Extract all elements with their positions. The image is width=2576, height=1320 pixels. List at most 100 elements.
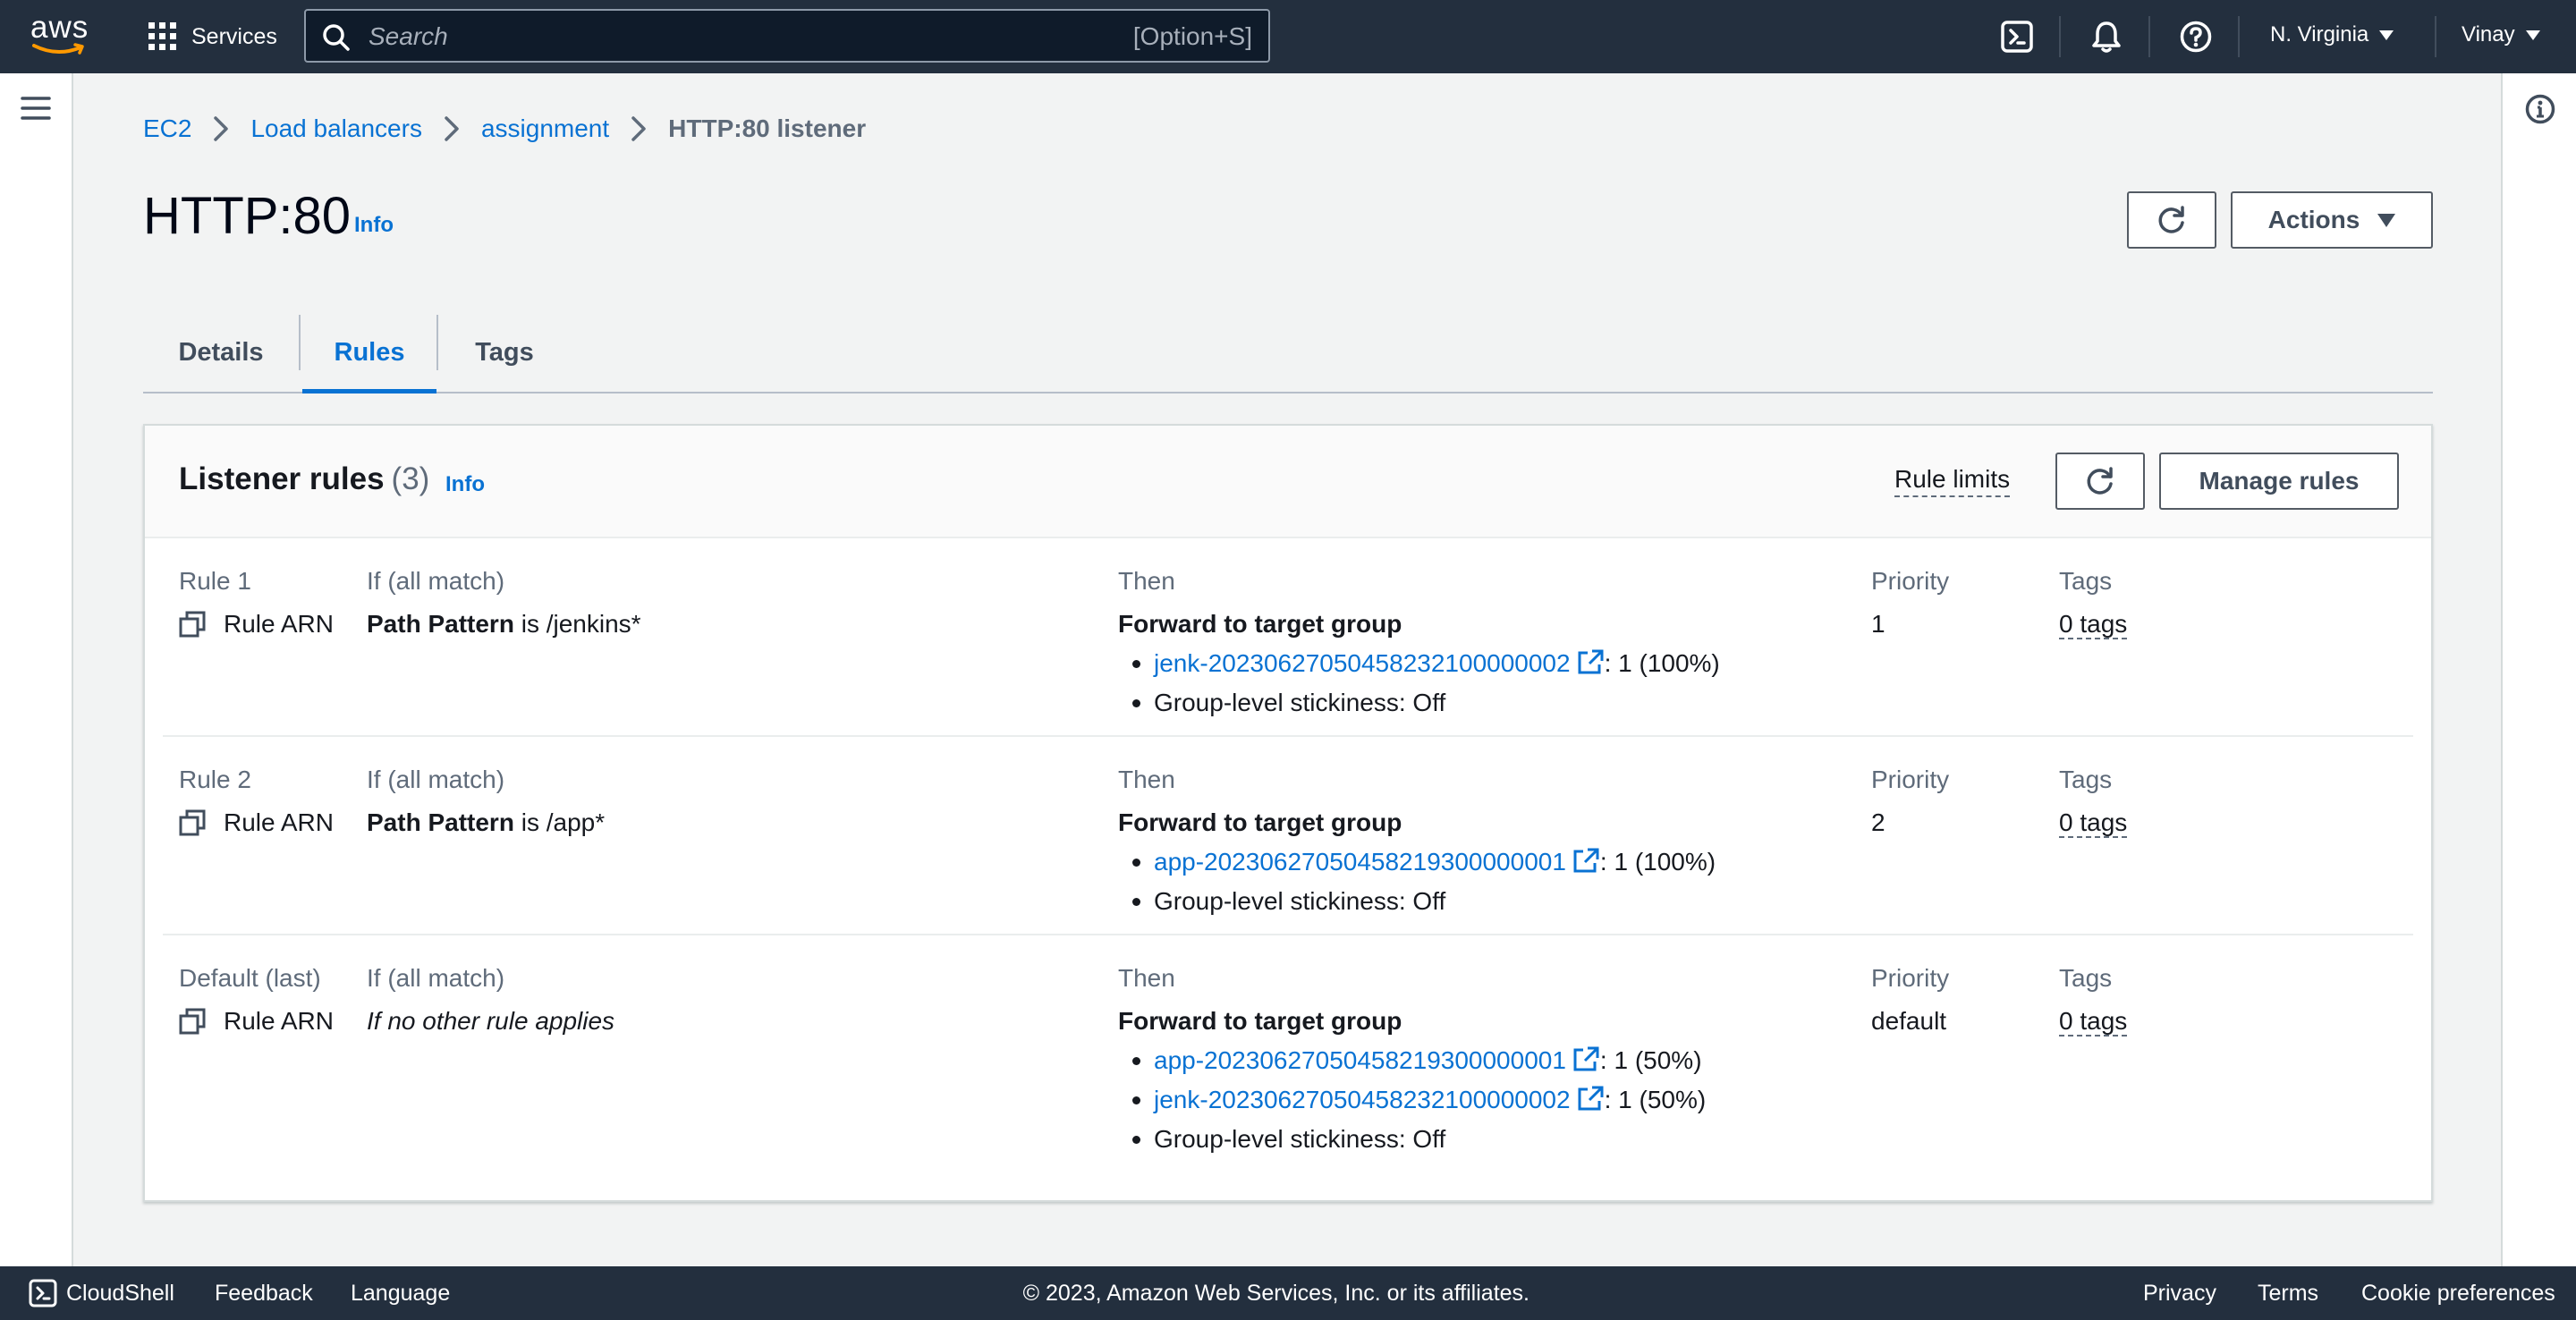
action-label: Forward to target group: [1118, 808, 1402, 836]
manage-rules-button[interactable]: Manage rules: [2159, 453, 2399, 510]
breadcrumb-assignment[interactable]: assignment: [481, 114, 609, 143]
search-box[interactable]: [Option+S]: [304, 9, 1270, 63]
breadcrumb-current: HTTP:80 listener: [668, 114, 867, 142]
list-item: jenk-20230627050458232100000002: 1 (50%): [1118, 1080, 1706, 1120]
rule-action: Forward to target group app-202306270504…: [1118, 1002, 1706, 1159]
footer: CloudShell Feedback Language © 2023, Ama…: [0, 1266, 2576, 1320]
refresh-icon: [2158, 206, 2184, 233]
target-group-link[interactable]: app-20230627050458219300000001: [1154, 848, 1600, 876]
priority-value: 2: [1871, 808, 1885, 836]
tags-link[interactable]: 0 tags: [2059, 611, 2128, 639]
notifications-bell-icon[interactable]: [2089, 20, 2123, 54]
services-label: Services: [191, 23, 277, 49]
help-icon[interactable]: [2179, 20, 2213, 54]
tags-header: Tags: [2059, 567, 2113, 595]
refresh-button[interactable]: [2127, 191, 2216, 249]
grid-icon: [148, 22, 176, 50]
tags-cell: 0 tags: [2059, 1002, 2128, 1041]
condition-value: is /app*: [513, 808, 606, 836]
condition-header: If (all match): [367, 766, 505, 793]
condition-field: Path Pattern: [367, 808, 514, 836]
caret-down-icon: [2377, 213, 2396, 227]
rule-condition: Path Pattern is /app*: [367, 803, 605, 842]
list-item: Group-level stickiness: Off: [1118, 882, 1716, 921]
tools-rail: [2501, 73, 2576, 1266]
listener-rules-container: Listener rules (3) Info Rule limits Manag…: [143, 424, 2433, 1202]
footer-cookie-preferences-link[interactable]: Cookie preferences: [2361, 1281, 2555, 1307]
target-group-list: app-20230627050458219300000001: 1 (50%) …: [1118, 1041, 1706, 1159]
list-item: Group-level stickiness: Off: [1118, 1120, 1706, 1159]
footer-privacy-link[interactable]: Privacy: [2143, 1281, 2216, 1307]
hamburger-menu-icon[interactable]: [20, 95, 52, 122]
footer-copyright: © 2023, Amazon Web Services, Inc. or its…: [1022, 1281, 1530, 1306]
tab-rules[interactable]: Rules: [302, 313, 436, 393]
tab-tags[interactable]: Tags: [440, 313, 569, 392]
listener-rules-count: (3): [391, 461, 430, 496]
breadcrumb-ec2[interactable]: EC2: [143, 114, 191, 143]
page-title: HTTP:80: [143, 187, 352, 245]
list-item: Group-level stickiness: Off: [1118, 683, 1720, 723]
footer-cloudshell-link[interactable]: CloudShell: [66, 1281, 174, 1307]
tags-link[interactable]: 0 tags: [2059, 1008, 2128, 1037]
rule-action: Forward to target group app-202306270504…: [1118, 803, 1716, 921]
listener-rules-header: Listener rules (3) Info Rule limits Manag…: [145, 426, 2431, 538]
rule-arn-label: Rule ARN: [224, 808, 334, 836]
list-item: app-20230627050458219300000001 : 1 (100%): [1118, 842, 1716, 882]
cloudshell-icon[interactable]: [2000, 20, 2034, 54]
action-label: Forward to target group: [1118, 1007, 1402, 1035]
search-input[interactable]: [369, 16, 1120, 57]
action-label: Forward to target group: [1118, 610, 1402, 638]
footer-feedback-link[interactable]: Feedback: [215, 1281, 313, 1307]
rule-arn-copy[interactable]: Rule ARN: [179, 1002, 334, 1041]
target-weight: : 1 (100%): [1599, 848, 1716, 876]
target-group-list: app-20230627050458219300000001 : 1 (100%)…: [1118, 842, 1716, 921]
listener-rules-info-link[interactable]: Info: [445, 472, 485, 497]
tab-details[interactable]: Details: [143, 313, 299, 392]
chevron-right-icon: [214, 116, 229, 141]
rule-limits-link[interactable]: Rule limits: [1894, 465, 2011, 497]
external-link-icon: [1573, 848, 1599, 873]
target-group-name: app-20230627050458219300000001: [1154, 848, 1566, 876]
refresh-icon: [2087, 467, 2113, 495]
tags-header: Tags: [2059, 766, 2113, 793]
external-link-icon: [1578, 649, 1604, 674]
services-menu[interactable]: Services: [148, 20, 277, 54]
rules-refresh-button[interactable]: [2055, 453, 2145, 510]
aws-logo[interactable]: aws: [30, 12, 89, 59]
rule-row: Rule 2 Rule ARN If (all match) Path Patt…: [163, 737, 2413, 935]
tags-link[interactable]: 0 tags: [2059, 809, 2128, 838]
target-group-link[interactable]: app-20230627050458219300000001: [1154, 1046, 1600, 1074]
rule-name: Default (last): [179, 964, 321, 992]
breadcrumb-load-balancers[interactable]: Load balancers: [250, 114, 421, 143]
footer-terms-link[interactable]: Terms: [2258, 1281, 2318, 1307]
priority-value: 1: [1871, 610, 1885, 638]
list-item: jenk-20230627050458232100000002: 1 (100%…: [1118, 644, 1720, 683]
breadcrumb: EC2 Load balancers assignment HTTP:80 li…: [143, 111, 866, 147]
nav-divider: [2148, 16, 2150, 57]
target-group-name: app-20230627050458219300000001: [1154, 1046, 1566, 1074]
info-panel-icon[interactable]: [2524, 93, 2556, 125]
tags-cell: 0 tags: [2059, 803, 2128, 842]
priority-header: Priority: [1871, 964, 1950, 992]
nav-divider: [2435, 16, 2436, 57]
chevron-right-icon: [445, 116, 459, 141]
title-info-link[interactable]: Info: [354, 213, 394, 238]
external-link-icon: [1578, 1086, 1604, 1111]
rule-arn-copy[interactable]: Rule ARN: [179, 803, 334, 842]
target-group-link[interactable]: jenk-20230627050458232100000002: [1154, 649, 1605, 677]
list-item: app-20230627050458219300000001 : 1 (50%): [1118, 1041, 1706, 1080]
cloudshell-icon[interactable]: [29, 1279, 57, 1307]
footer-language-link[interactable]: Language: [351, 1281, 450, 1307]
region-label: N. Virginia: [2270, 22, 2369, 47]
rule-arn-label: Rule ARN: [224, 1007, 334, 1035]
search-icon: [323, 24, 350, 51]
rule-condition: Path Pattern is /jenkins*: [367, 605, 641, 644]
rule-arn-copy[interactable]: Rule ARN: [179, 605, 334, 644]
target-weight: : 1 (50%): [1599, 1046, 1702, 1074]
region-selector[interactable]: N. Virginia: [2270, 22, 2394, 47]
actions-button[interactable]: Actions: [2231, 191, 2433, 249]
user-menu[interactable]: Vinay: [2462, 22, 2540, 47]
priority-header: Priority: [1871, 766, 1950, 793]
nav-divider: [2238, 16, 2240, 57]
target-group-link[interactable]: jenk-20230627050458232100000002: [1154, 1086, 1605, 1113]
